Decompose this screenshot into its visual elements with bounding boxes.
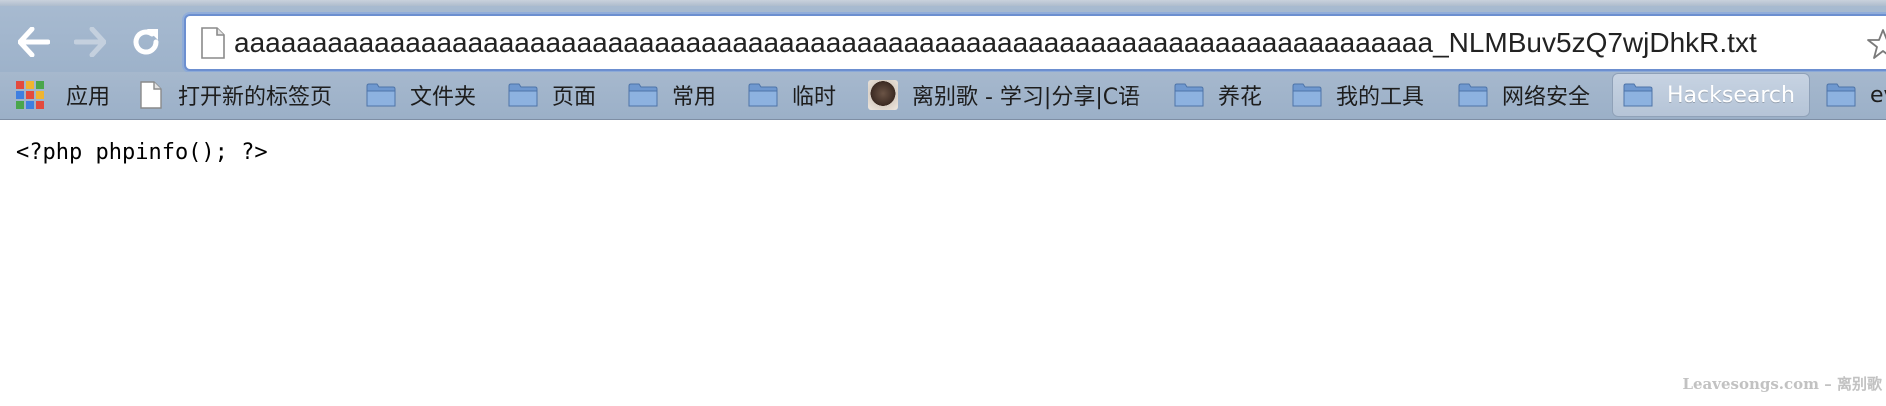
page-content-text: <?php phpinfo(); ?> [16, 140, 268, 165]
back-arrow-icon [18, 27, 50, 57]
forward-button[interactable] [68, 20, 112, 64]
address-bar[interactable]: aaaaaaaaaaaaaaaaaaaaaaaaaaaaaaaaaaaaaaaa… [184, 14, 1886, 71]
bookmarks-bar: 应用 打开新的标签页 文件夹 页面 常用 临时 离别歌 - 学习|分享|C语 养… [0, 72, 1886, 120]
apps-grid-icon [16, 81, 44, 109]
bookmark-apps[interactable]: 应用 [16, 72, 110, 118]
folder-icon [628, 83, 658, 107]
page-document-icon [201, 27, 225, 59]
bookmark-folder-yanghua[interactable]: 养花 [1174, 72, 1262, 118]
bookmark-label: 常用 [672, 85, 717, 110]
bookmark-folder-my-tools[interactable]: 我的工具 [1292, 72, 1424, 118]
bookmark-folder-linshi[interactable]: 临时 [748, 72, 836, 118]
bookmark-folder-yemian[interactable]: 页面 [508, 72, 596, 118]
bookmark-folder-wenjianjia[interactable]: 文件夹 [366, 72, 476, 118]
folder-icon [748, 83, 778, 107]
folder-icon [1174, 83, 1204, 107]
bookmark-new-tab[interactable]: 打开新的标签页 [140, 72, 332, 118]
folder-icon [508, 83, 538, 107]
bookmark-label: 页面 [552, 85, 597, 110]
folder-icon [1826, 83, 1856, 107]
bookmark-label: 临时 [792, 85, 837, 110]
bookmark-label: Hacksearch [1667, 82, 1795, 108]
folder-icon [1623, 83, 1653, 107]
forward-arrow-icon [74, 27, 106, 57]
bookmark-folder-changyong[interactable]: 常用 [628, 72, 716, 118]
folder-icon [1292, 83, 1322, 107]
bookmark-label: 应用 [66, 85, 111, 110]
bookmark-label: 离别歌 - 学习|分享|C语 [912, 85, 1141, 110]
folder-icon [1458, 83, 1488, 107]
reload-button[interactable] [124, 20, 168, 64]
bookmark-label: 养花 [1218, 85, 1263, 110]
watermark-text: Leavesongs.com – 离别歌 [1682, 375, 1882, 393]
reload-icon [133, 29, 159, 55]
bookmark-label: 我的工具 [1336, 85, 1425, 110]
bookmark-label: ev [1870, 82, 1886, 108]
bookmark-folder-security[interactable]: 网络安全 [1458, 72, 1590, 118]
bookmark-folder-ev[interactable]: ev [1826, 72, 1886, 118]
bookmark-folder-hacksearch[interactable]: Hacksearch [1612, 73, 1810, 117]
back-button[interactable] [12, 20, 56, 64]
url-text[interactable]: aaaaaaaaaaaaaaaaaaaaaaaaaaaaaaaaaaaaaaaa… [234, 16, 1757, 69]
star-bookmark-icon[interactable] [1866, 27, 1886, 61]
bookmark-label: 打开新的标签页 [178, 85, 333, 110]
browser-toolbar: aaaaaaaaaaaaaaaaaaaaaaaaaaaaaaaaaaaaaaaa… [0, 6, 1886, 72]
bookmark-leavesongs[interactable]: 离别歌 - 学习|分享|C语 [868, 72, 1184, 118]
bookmark-label: 网络安全 [1502, 85, 1591, 110]
page-icon [140, 81, 162, 109]
avatar-favicon [868, 80, 898, 110]
bookmark-label: 文件夹 [410, 85, 477, 110]
folder-icon [366, 83, 396, 107]
